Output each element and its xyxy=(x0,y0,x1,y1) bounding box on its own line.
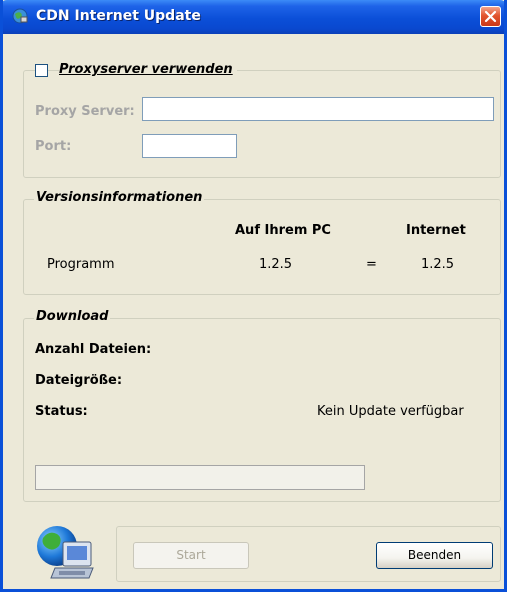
status-label: Status: xyxy=(35,404,88,419)
quit-button[interactable]: Beenden xyxy=(376,542,493,569)
port-label: Port: xyxy=(35,139,72,154)
proxy-group xyxy=(23,70,501,178)
col-local-header: Auf Ihrem PC xyxy=(235,223,331,238)
version-comparator: = xyxy=(366,257,377,272)
col-internet-header: Internet xyxy=(406,223,466,238)
title-bar[interactable]: CDN Internet Update xyxy=(3,0,504,34)
start-button[interactable]: Start xyxy=(133,542,249,569)
program-row-label: Programm xyxy=(47,257,115,272)
versions-legend: Versionsinformationen xyxy=(34,190,205,205)
computer-globe-icon xyxy=(37,526,94,579)
local-version-value: 1.2.5 xyxy=(259,257,293,272)
internet-version-value: 1.2.5 xyxy=(421,257,455,272)
app-globe-icon xyxy=(12,8,28,24)
proxy-checkbox-label[interactable]: Proxyserver verwenden xyxy=(59,62,237,77)
close-icon xyxy=(484,10,497,23)
file-size-label: Dateigröße: xyxy=(35,373,123,388)
proxy-server-input[interactable] xyxy=(142,97,494,121)
proxy-server-label: Proxy Server: xyxy=(35,104,135,119)
download-progress-bar xyxy=(35,465,365,490)
versions-group: Versionsinformationen xyxy=(23,190,501,295)
port-input[interactable] xyxy=(142,134,237,158)
update-window: CDN Internet Update Proxyserver verwende… xyxy=(0,0,507,592)
window-title: CDN Internet Update xyxy=(36,8,201,24)
download-legend: Download xyxy=(34,309,111,324)
file-count-label: Anzahl Dateien: xyxy=(35,342,152,357)
status-value: Kein Update verfügbar xyxy=(317,404,464,419)
proxy-checkbox[interactable] xyxy=(35,64,48,77)
close-button[interactable] xyxy=(480,6,501,27)
